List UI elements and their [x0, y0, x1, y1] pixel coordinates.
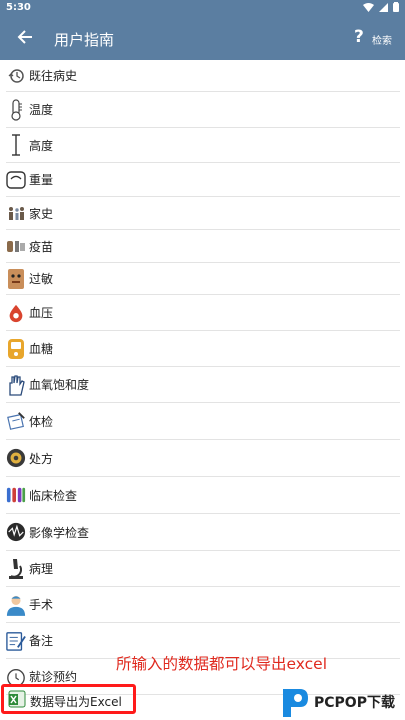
microscope-icon: [6, 558, 26, 579]
prescription-icon: [6, 448, 26, 468]
signal-icon: [379, 2, 388, 12]
allergy-icon: [6, 268, 26, 289]
search-button[interactable]: 检索: [372, 32, 392, 47]
list-item-pathology[interactable]: 病理: [6, 551, 400, 587]
imaging-icon: [6, 522, 26, 542]
test-tubes-icon: [6, 485, 26, 505]
watermark: PCPOP下载: [280, 683, 405, 720]
family-icon: [6, 203, 26, 223]
list-item-checkup[interactable]: 体检: [6, 403, 400, 440]
excel-icon: [8, 690, 26, 712]
list-item-label: 血糖: [29, 342, 54, 356]
list-item-weight[interactable]: 重量: [6, 163, 400, 197]
list-item-label: 重量: [29, 173, 54, 187]
list-item-history[interactable]: 既往病史: [6, 60, 400, 92]
list-item-label: 手术: [29, 598, 54, 612]
list-item-blood-pressure[interactable]: 血压: [6, 295, 400, 331]
list-item-label: 临床检查: [29, 488, 78, 503]
height-icon: [6, 134, 26, 156]
help-icon[interactable]: ?: [354, 27, 364, 47]
history-icon: [6, 66, 26, 86]
list-item-imaging[interactable]: 影像学检查: [6, 514, 400, 551]
list-item-label: 病理: [29, 562, 54, 576]
list-item-label: 疫苗: [29, 239, 54, 254]
list-item-label: 体检: [29, 414, 54, 429]
thermometer-icon: [6, 98, 26, 121]
list-item-label: 高度: [29, 138, 54, 153]
list-item-label: 影像学检查: [29, 525, 90, 540]
surgeon-icon: [6, 595, 26, 616]
list-item-label: 处方: [29, 451, 54, 466]
export-excel-item[interactable]: 数据导出为Excel: [8, 690, 122, 712]
list-item-label: 过敏: [29, 272, 54, 286]
scale-icon: [6, 170, 26, 190]
back-arrow-icon[interactable]: [14, 26, 36, 48]
list-item-label: 既往病史: [29, 69, 78, 83]
annotation-text: 所输入的数据都可以导出excel: [116, 655, 328, 673]
list-item-prescription[interactable]: 处方: [6, 440, 400, 477]
page-title: 用户指南: [54, 31, 115, 49]
list-item-height[interactable]: 高度: [6, 128, 400, 163]
list-item-family-history[interactable]: 家史: [6, 197, 400, 230]
list-item-vaccine[interactable]: 疫苗: [6, 230, 400, 263]
status-bar: 5:30: [0, 0, 405, 16]
list-item-clinical-tests[interactable]: 临床检查: [6, 477, 400, 514]
notes-icon: [6, 631, 26, 651]
watermark-brand: PCPOP下载: [314, 694, 395, 711]
vaccine-icon: [6, 236, 26, 256]
glucose-meter-icon: [6, 338, 26, 359]
list-item-allergy[interactable]: 过敏: [6, 263, 400, 295]
app-bar: 用户指南 ? 检索: [0, 16, 405, 60]
list-item-label: 家史: [29, 206, 54, 221]
watermark-logo-icon: [283, 688, 308, 717]
export-excel-label: 数据导出为Excel: [30, 694, 122, 709]
list-item-oxygen-saturation[interactable]: 血氧饱和度: [6, 367, 400, 403]
list-item-temperature[interactable]: 温度: [6, 92, 400, 128]
list-item-label: 温度: [29, 103, 54, 117]
system-icons: [363, 2, 399, 12]
list-item-label: 血压: [29, 306, 54, 320]
status-time: 5:30: [6, 2, 31, 13]
list-item-label: 备注: [29, 634, 54, 648]
list-item-label: 血氧饱和度: [29, 378, 90, 392]
blood-pressure-icon: [6, 303, 26, 323]
hand-oximeter-icon: [6, 374, 26, 396]
wifi-icon: [363, 2, 374, 12]
battery-icon: [393, 2, 399, 12]
checkup-icon: [6, 411, 26, 431]
list-item-blood-glucose[interactable]: 血糖: [6, 331, 400, 367]
list-item-surgery[interactable]: 手术: [6, 587, 400, 623]
list-item-label: 就诊预约: [29, 670, 78, 684]
